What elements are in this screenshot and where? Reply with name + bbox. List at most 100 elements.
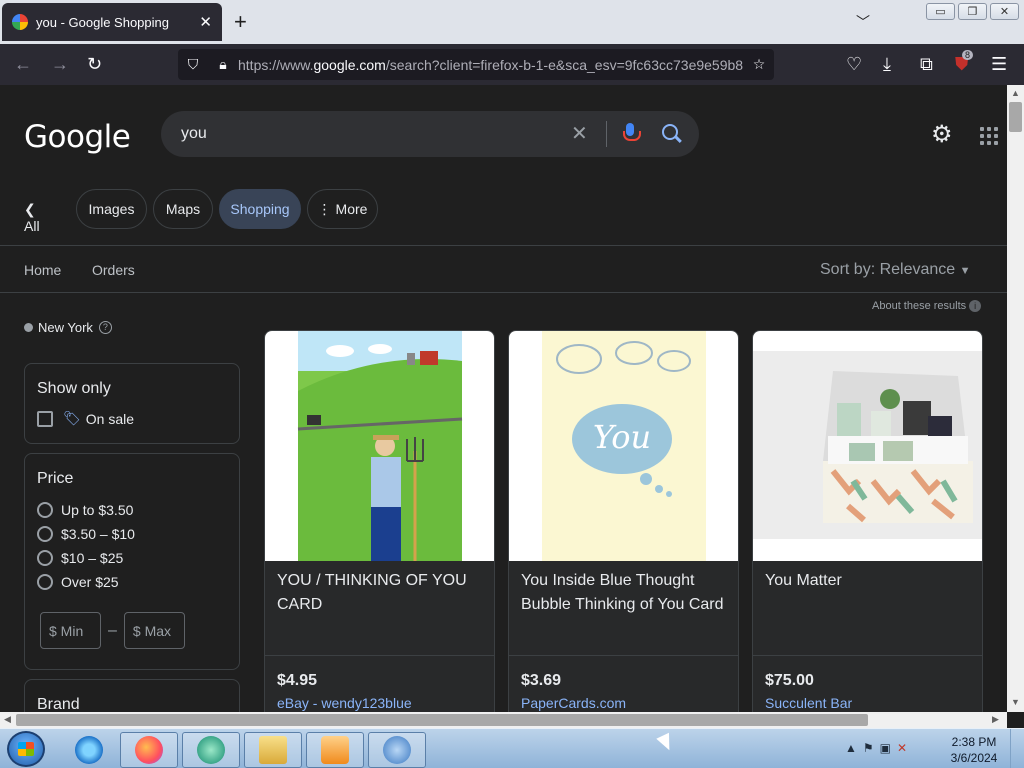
price-option[interactable]: Up to $3.50 bbox=[37, 502, 239, 518]
range-dash: – bbox=[108, 621, 117, 639]
horizontal-scrollbar[interactable]: ◀ ▶ bbox=[0, 712, 1007, 728]
price-option[interactable]: Over $25 bbox=[37, 574, 239, 590]
more-vert-icon: ⋮ bbox=[317, 200, 332, 217]
price-option[interactable]: $3.50 – $10 bbox=[37, 526, 239, 542]
google-apps-icon[interactable] bbox=[980, 127, 998, 145]
close-tab-icon[interactable]: ✕ bbox=[199, 13, 212, 31]
new-tab-icon[interactable]: + bbox=[234, 11, 247, 33]
taskbar-ie[interactable] bbox=[60, 732, 118, 768]
product-image[interactable]: You bbox=[509, 331, 738, 561]
list-all-tabs-icon[interactable]: ﹀ bbox=[856, 12, 870, 32]
tab-shopping[interactable]: Shopping bbox=[219, 189, 301, 229]
lock-icon[interactable]: 🔒︎ bbox=[208, 56, 238, 73]
product-seller[interactable]: PaperCards.com bbox=[521, 695, 626, 711]
bookmark-star-icon[interactable]: ☆ bbox=[744, 56, 774, 73]
clock[interactable]: 2:38 PM 3/6/2024 bbox=[948, 734, 1000, 766]
taskbar-media[interactable] bbox=[306, 732, 364, 768]
product-seller[interactable]: eBay - wendy123blue bbox=[277, 695, 412, 711]
horizontal-scroll-thumb[interactable] bbox=[16, 714, 868, 726]
taskbar-firefox[interactable] bbox=[120, 732, 178, 768]
location-dot-icon bbox=[24, 323, 33, 332]
show-hidden-icons-icon[interactable]: ▲ bbox=[845, 741, 857, 755]
taskbar-explorer[interactable] bbox=[244, 732, 302, 768]
restore-icon[interactable]: ❐ bbox=[958, 3, 987, 20]
vertical-scrollbar[interactable]: ▲ ▼ bbox=[1007, 85, 1024, 712]
link-orders[interactable]: Orders bbox=[92, 262, 135, 278]
address-bar[interactable]: ⛉ 🔒︎ https://www.google.com/search?clien… bbox=[178, 49, 774, 80]
product-card[interactable]: YOU / THINKING OF YOU CARD $4.95 eBay - … bbox=[264, 330, 495, 712]
card-divider bbox=[265, 655, 494, 656]
show-desktop-button[interactable] bbox=[1010, 729, 1024, 768]
product-card[interactable]: You You Inside Blue Thought Bubble Think… bbox=[508, 330, 739, 712]
clear-search-icon[interactable]: ✕ bbox=[571, 121, 588, 146]
max-price-input[interactable] bbox=[123, 612, 185, 649]
product-card[interactable]: You Matter $75.00 Succulent Bar bbox=[752, 330, 983, 712]
product-image[interactable] bbox=[753, 331, 982, 561]
search-input[interactable] bbox=[181, 123, 561, 145]
product-title[interactable]: You Matter bbox=[765, 569, 975, 593]
volume-muted-icon[interactable]: ✕ bbox=[897, 741, 907, 755]
menu-icon[interactable]: ☰ bbox=[991, 54, 1007, 74]
tab-all[interactable]: ❮ All bbox=[24, 201, 40, 234]
back-icon[interactable]: ← bbox=[14, 54, 32, 74]
search-icon[interactable] bbox=[662, 124, 678, 140]
product-title[interactable]: You Inside Blue Thought Bubble Thinking … bbox=[521, 569, 731, 617]
start-button[interactable] bbox=[7, 731, 45, 767]
tab-title: you - Google Shopping bbox=[36, 14, 169, 30]
price-radio[interactable] bbox=[37, 574, 53, 590]
price-panel: Price Up to $3.50 $3.50 – $10 $10 – $25 … bbox=[24, 453, 240, 670]
downloads-icon[interactable]: ⤓ bbox=[883, 54, 891, 74]
flag-icon[interactable]: ⚑ bbox=[863, 741, 874, 755]
min-price-input[interactable] bbox=[40, 612, 101, 649]
about-results-link[interactable]: About these results i bbox=[872, 300, 982, 312]
minimize-icon[interactable]: ▭ bbox=[926, 3, 955, 20]
on-sale-filter[interactable]: 🏷︎ On sale bbox=[37, 410, 239, 427]
folder-icon bbox=[259, 736, 287, 764]
tab-images[interactable]: Images bbox=[76, 189, 147, 229]
google-logo[interactable]: Google bbox=[24, 119, 131, 155]
product-image[interactable] bbox=[265, 331, 494, 561]
taskbar-app2[interactable] bbox=[368, 732, 426, 768]
clock-date: 3/6/2024 bbox=[950, 751, 998, 765]
pocket-icon[interactable]: ♡ bbox=[846, 54, 862, 74]
price-radio[interactable] bbox=[37, 550, 53, 566]
taskbar: ▲ ⚑ ▣ ✕ 2:38 PM 3/6/2024 bbox=[0, 728, 1024, 768]
location-text: New York bbox=[38, 320, 93, 335]
help-icon[interactable]: ? bbox=[98, 321, 112, 334]
scroll-down-icon[interactable]: ▼ bbox=[1011, 697, 1020, 707]
browser-tab-strip: you - Google Shopping ✕ + ﹀ ▭ ❐ ✕ bbox=[0, 0, 1024, 44]
divider bbox=[0, 292, 1007, 293]
extensions-icon[interactable]: ⧉ bbox=[920, 54, 933, 74]
taskbar-app[interactable] bbox=[182, 732, 240, 768]
sort-dropdown[interactable]: Sort by: Relevance ▼ bbox=[820, 261, 971, 279]
on-sale-label: On sale bbox=[85, 410, 135, 427]
price-option[interactable]: $10 – $25 bbox=[37, 550, 239, 566]
clock-time: 2:38 PM bbox=[951, 735, 997, 749]
price-radio[interactable] bbox=[37, 526, 53, 542]
settings-gear-icon[interactable]: ⚙ bbox=[931, 123, 953, 147]
reload-icon[interactable]: ↻ bbox=[87, 54, 102, 74]
close-window-icon[interactable]: ✕ bbox=[990, 3, 1019, 20]
url-text[interactable]: https://www.google.com/search?client=fir… bbox=[238, 57, 744, 73]
media-player-icon bbox=[321, 736, 349, 764]
tab-maps[interactable]: Maps bbox=[153, 189, 213, 229]
scroll-right-icon[interactable]: ▶ bbox=[992, 714, 999, 725]
product-title[interactable]: YOU / THINKING OF YOU CARD bbox=[277, 569, 487, 617]
vertical-scroll-thumb[interactable] bbox=[1009, 102, 1022, 132]
network-icon[interactable]: ▣ bbox=[880, 741, 891, 755]
link-home[interactable]: Home bbox=[24, 262, 61, 278]
on-sale-checkbox[interactable] bbox=[37, 410, 53, 427]
product-seller[interactable]: Succulent Bar bbox=[765, 695, 852, 711]
voice-search-icon[interactable] bbox=[623, 123, 641, 145]
divider bbox=[0, 245, 1007, 246]
forward-icon[interactable]: → bbox=[51, 54, 69, 74]
dropdown-arrow-icon: ▼ bbox=[959, 265, 971, 277]
window-controls: ▭ ❐ ✕ bbox=[926, 3, 1019, 20]
scroll-up-icon[interactable]: ▲ bbox=[1011, 88, 1020, 98]
tab-more[interactable]: ⋮ More bbox=[307, 189, 378, 229]
price-radio[interactable] bbox=[37, 502, 53, 518]
browser-tab-active[interactable]: you - Google Shopping ✕ bbox=[2, 3, 222, 41]
scroll-left-icon[interactable]: ◀ bbox=[4, 714, 11, 725]
card-divider bbox=[509, 655, 738, 656]
tracking-protection-icon[interactable]: ⛉ bbox=[178, 56, 208, 73]
